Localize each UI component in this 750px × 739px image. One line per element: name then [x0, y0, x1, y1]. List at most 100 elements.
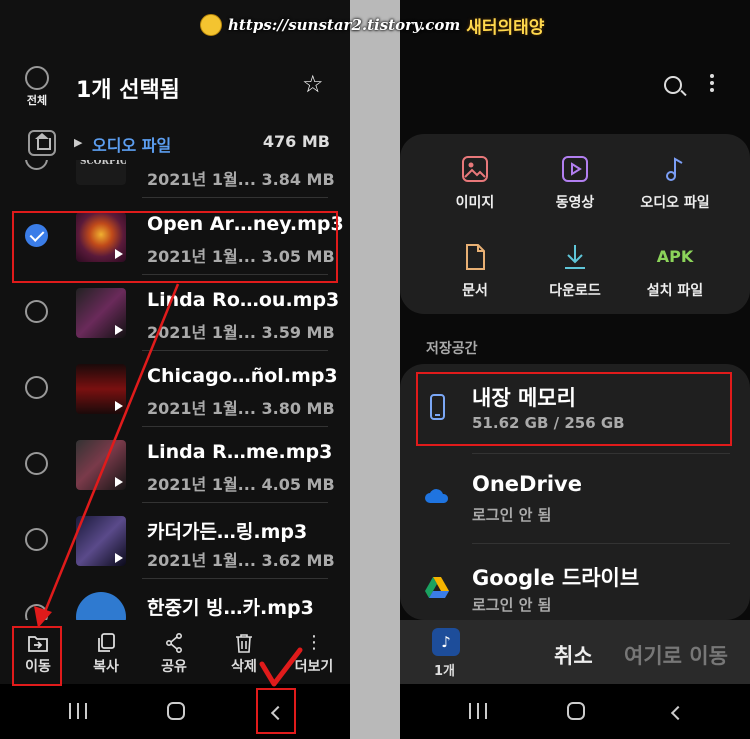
storage-status: 로그인 안 됨	[472, 506, 552, 524]
document-icon	[420, 238, 530, 276]
category-downloads[interactable]: 다운로드	[520, 238, 630, 300]
storage-usage: 51.62 GB / 256 GB	[472, 414, 625, 432]
home-icon[interactable]	[28, 130, 56, 156]
file-row-selected[interactable]: Open Ar…ney.mp3 2021년 1월... 3.05 MB	[0, 199, 350, 275]
home-button[interactable]	[556, 696, 596, 726]
file-row[interactable]: SCORPIONS 2021년 1월... 3.84 MB	[0, 160, 350, 198]
back-arrow-icon	[270, 705, 286, 721]
selected-count: 1개	[434, 664, 456, 679]
system-nav-bar	[0, 684, 350, 739]
left-phone-screen: 전체 1개 선택됨 ☆ ▶ 오디오 파일 476 MB SCORPIONS 20…	[0, 0, 350, 739]
phone-icon	[424, 394, 450, 420]
move-destination-bar: ♪ 1개 취소 여기로 이동	[400, 620, 750, 684]
album-art-thumbnail: SCORPIONS	[76, 160, 126, 185]
storage-list: 내장 메모리 51.62 GB / 256 GB OneDrive 로그인 안 …	[400, 364, 750, 620]
storage-onedrive[interactable]: OneDrive 로그인 안 됨	[400, 454, 750, 544]
caret-right-icon: ▶	[74, 136, 83, 149]
selection-count-title: 1개 선택됨	[76, 78, 180, 103]
album-art-thumbnail	[76, 516, 126, 566]
app-icon-thumbnail	[76, 592, 126, 620]
move-here-button[interactable]: 여기로 이동	[624, 640, 728, 670]
watermark-name: 새터의태양	[466, 17, 545, 38]
file-checkbox[interactable]	[25, 160, 48, 170]
storage-internal[interactable]: 내장 메모리 51.62 GB / 256 GB	[400, 364, 750, 454]
system-nav-bar	[400, 684, 750, 739]
file-checkbox-checked[interactable]	[25, 224, 48, 247]
file-checkbox[interactable]	[25, 376, 48, 399]
file-row[interactable]: Linda R…me.mp3 2021년 1월... 4.05 MB	[0, 427, 350, 503]
file-name: Chicago…ñol.mp3	[147, 365, 338, 387]
more-vertical-icon: ⋮	[305, 632, 323, 653]
storage-status: 로그인 안 됨	[472, 596, 552, 614]
album-art-thumbnail	[76, 364, 126, 414]
file-row[interactable]: Chicago…ñol.mp3 2021년 1월... 3.80 MB	[0, 351, 350, 427]
folder-size: 476 MB	[262, 132, 330, 151]
home-circle-icon	[167, 702, 185, 720]
copy-icon	[78, 630, 134, 656]
more-button[interactable]: ⋮ 더보기	[286, 622, 342, 684]
recent-apps-button[interactable]	[458, 696, 498, 726]
copy-button[interactable]: 복사	[78, 622, 134, 684]
search-icon[interactable]	[664, 76, 682, 94]
selection-action-bar: 이동 복사 공유 삭제 ⋮ 더보기	[0, 622, 350, 684]
move-button[interactable]: 이동	[10, 622, 66, 684]
file-row[interactable]: 한중기 빙…카.mp3	[0, 579, 350, 620]
file-row[interactable]: 카더가든…링.mp3 2021년 1월... 3.62 MB	[0, 503, 350, 579]
recent-apps-button[interactable]	[58, 696, 98, 726]
share-icon	[146, 630, 202, 656]
file-checkbox[interactable]	[25, 300, 48, 323]
file-row[interactable]: Linda Ro…ou.mp3 2021년 1월... 3.59 MB	[0, 275, 350, 351]
recent-apps-icon	[469, 703, 487, 719]
star-icon[interactable]: ☆	[302, 72, 324, 96]
cancel-button[interactable]: 취소	[554, 640, 593, 670]
file-name: 카더가든…링.mp3	[147, 521, 308, 543]
file-checkbox[interactable]	[25, 604, 48, 620]
trash-icon	[216, 630, 272, 656]
file-name: Linda R…me.mp3	[147, 441, 333, 463]
category-card: 이미지 동영상 오디오 파일 문서 다운로드 APK 설치 파일	[400, 134, 750, 314]
category-audio[interactable]: 오디오 파일	[620, 150, 730, 212]
home-circle-icon	[567, 702, 585, 720]
category-images[interactable]: 이미지	[420, 150, 530, 212]
delete-button[interactable]: 삭제	[216, 622, 272, 684]
apk-icon: APK	[656, 247, 694, 266]
storage-title: Google 드라이브	[472, 566, 640, 590]
download-icon	[520, 238, 630, 276]
file-meta: 2021년 1월... 3.62 MB	[147, 551, 335, 570]
file-meta: 2021년 1월... 3.80 MB	[147, 399, 335, 418]
album-art-thumbnail	[76, 440, 126, 490]
album-art-thumbnail	[76, 288, 126, 338]
music-note-icon	[620, 150, 730, 188]
file-name: Open Ar…ney.mp3	[147, 213, 344, 235]
select-all-label: 전체	[26, 94, 48, 107]
folder-move-icon	[10, 630, 66, 656]
back-arrow-icon	[670, 705, 686, 721]
storage-section-label: 저장공간	[426, 341, 478, 357]
right-phone-screen: 이미지 동영상 오디오 파일 문서 다운로드 APK 설치 파일 저장공간 내장…	[400, 0, 750, 739]
back-button[interactable]	[256, 696, 296, 726]
breadcrumb: ▶ 오디오 파일 476 MB	[0, 128, 350, 160]
file-meta: 2021년 1월... 4.05 MB	[147, 475, 335, 494]
video-icon	[520, 150, 630, 188]
category-installers[interactable]: APK 설치 파일	[620, 238, 730, 300]
more-vertical-icon[interactable]	[710, 74, 714, 95]
storage-title: 내장 메모리	[472, 386, 576, 410]
select-all-toggle[interactable]: 전체	[16, 66, 58, 108]
watermark-url: https://sunstar2.tistory.com	[228, 16, 461, 34]
file-meta: 2021년 1월... 3.59 MB	[147, 323, 335, 342]
select-all-checkbox[interactable]	[25, 66, 49, 90]
recent-apps-icon	[69, 703, 87, 719]
back-button[interactable]	[656, 696, 696, 726]
music-note-icon: ♪	[432, 628, 460, 656]
breadcrumb-folder[interactable]: 오디오 파일	[92, 132, 171, 156]
share-button[interactable]: 공유	[146, 622, 202, 684]
category-documents[interactable]: 문서	[420, 238, 530, 300]
google-drive-icon	[424, 574, 450, 600]
file-checkbox[interactable]	[25, 528, 48, 551]
category-videos[interactable]: 동영상	[520, 150, 630, 212]
home-button[interactable]	[156, 696, 196, 726]
watermark: https://sunstar2.tistory.com 새터의태양	[200, 12, 544, 38]
file-checkbox[interactable]	[25, 452, 48, 475]
smiley-emoji-icon	[200, 14, 222, 36]
file-meta: 2021년 1월... 3.05 MB	[147, 247, 335, 266]
